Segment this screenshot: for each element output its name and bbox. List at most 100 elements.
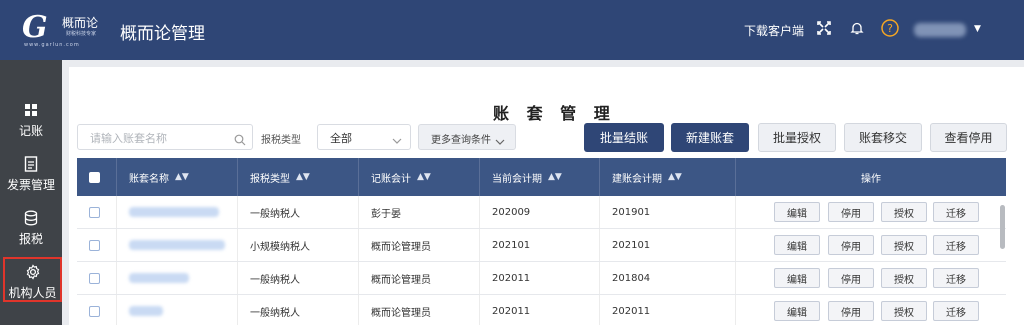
- created-period-cell: 201901: [600, 196, 736, 228]
- batch-auth-button[interactable]: 批量授权: [758, 123, 836, 152]
- created-period-cell: 201804: [600, 262, 736, 294]
- row-select-cell: [77, 295, 117, 325]
- select-all-checkbox[interactable]: [89, 171, 100, 183]
- name-cell[interactable]: [117, 262, 238, 294]
- sort-icon[interactable]: ▲▼: [417, 172, 431, 182]
- table-row: 小规模纳税人 概而论管理员 202101 202101 编辑 停用 授权 迁移: [77, 229, 1006, 262]
- page-title: 账 套 管 理: [493, 104, 616, 123]
- col-current-period[interactable]: 当前会计期 ▲▼: [480, 158, 600, 196]
- disable-button[interactable]: 停用: [828, 202, 874, 222]
- tax-type-select[interactable]: 全部: [317, 124, 411, 150]
- sidebar-item-org-staff[interactable]: 机构人员: [3, 257, 62, 302]
- sidebar-item-invoice[interactable]: 发票管理: [0, 154, 62, 204]
- blurred-name: [129, 306, 163, 316]
- accountant-cell: 概而论管理员: [359, 295, 480, 325]
- auth-button[interactable]: 授权: [881, 202, 927, 222]
- sidebar-item-label: 机构人员: [8, 286, 57, 300]
- sort-icon[interactable]: ▲▼: [296, 172, 310, 182]
- row-checkbox[interactable]: [89, 305, 100, 317]
- name-cell[interactable]: [117, 229, 238, 261]
- col-created-period[interactable]: 建账会计期 ▲▼: [600, 158, 736, 196]
- search-icon[interactable]: [234, 131, 246, 150]
- col-accountant[interactable]: 记账会计 ▲▼: [359, 158, 480, 196]
- row-select-cell: [77, 262, 117, 294]
- name-cell[interactable]: [117, 295, 238, 325]
- sidebar-item-label: 报税: [18, 232, 43, 246]
- edit-button[interactable]: 编辑: [774, 301, 820, 321]
- invoice-icon: [0, 154, 62, 174]
- current-period-cell: 202011: [480, 295, 600, 325]
- chevron-down-icon[interactable]: ▼: [974, 24, 981, 34]
- table-header: 账套名称 ▲▼ 报税类型 ▲▼ 记账会计 ▲▼ 当前会计期 ▲▼ 建账会计期 ▲▼ 操作: [77, 158, 1006, 196]
- tax-type-label: 报税类型: [261, 135, 301, 146]
- migrate-button[interactable]: 迁移: [933, 235, 979, 255]
- current-period-cell: 202011: [480, 262, 600, 294]
- accountant-cell: 概而论管理员: [359, 262, 480, 294]
- grid-icon: [0, 100, 62, 120]
- new-book-button[interactable]: 新建账套: [671, 123, 749, 152]
- disable-button[interactable]: 停用: [828, 268, 874, 288]
- actions-cell: 编辑 停用 授权 迁移: [736, 229, 1006, 261]
- col-tax-type-label: 报税类型: [250, 173, 290, 185]
- migrate-button[interactable]: 迁移: [933, 301, 979, 321]
- row-checkbox[interactable]: [89, 272, 100, 284]
- name-cell[interactable]: [117, 196, 238, 228]
- col-actions-label: 操作: [861, 173, 881, 185]
- chevron-down-icon: [495, 132, 505, 151]
- logo-subtitle: 财税科技专家: [66, 31, 97, 37]
- disable-button[interactable]: 停用: [828, 301, 874, 321]
- auth-button[interactable]: 授权: [881, 268, 927, 288]
- svg-text:?: ?: [887, 22, 893, 35]
- col-created-period-label: 建账会计期: [612, 173, 662, 185]
- logo[interactable]: G 概而论 财税科技专家 www.garlun.com: [22, 10, 110, 48]
- sidebar-item-label: 发票管理: [6, 178, 55, 192]
- accountant-cell: 概而论管理员: [359, 229, 480, 261]
- sidebar-item-bookkeeping[interactable]: 记账: [0, 100, 62, 150]
- col-current-period-label: 当前会计期: [492, 173, 542, 185]
- tax-type-cell: 小规模纳税人: [238, 229, 359, 261]
- row-checkbox[interactable]: [89, 239, 100, 251]
- bell-icon[interactable]: [847, 18, 867, 38]
- sidebar-item-label: 记账: [18, 124, 43, 138]
- row-select-cell: [77, 196, 117, 228]
- sort-icon[interactable]: ▲▼: [175, 172, 189, 182]
- col-tax-type[interactable]: 报税类型 ▲▼: [238, 158, 359, 196]
- sort-icon[interactable]: ▲▼: [668, 172, 682, 182]
- created-period-cell: 202101: [600, 229, 736, 261]
- vertical-scrollbar[interactable]: [1000, 205, 1005, 249]
- chevron-down-icon: [392, 131, 402, 150]
- edit-button[interactable]: 编辑: [774, 235, 820, 255]
- migrate-button[interactable]: 迁移: [933, 268, 979, 288]
- edit-button[interactable]: 编辑: [774, 202, 820, 222]
- search-input[interactable]: 请输入账套名称: [77, 124, 253, 150]
- row-checkbox[interactable]: [89, 206, 100, 218]
- help-icon[interactable]: ?: [880, 18, 900, 38]
- sort-icon[interactable]: ▲▼: [548, 172, 562, 182]
- col-name[interactable]: 账套名称 ▲▼: [117, 158, 238, 196]
- blurred-name: [129, 207, 219, 217]
- more-filters-button[interactable]: 更多查询条件: [418, 124, 516, 150]
- top-header: G 概而论 财税科技专家 www.garlun.com 概而论管理 下载客户端 …: [0, 0, 1024, 60]
- actions-cell: 编辑 停用 授权 迁移: [736, 295, 1006, 325]
- auth-button[interactable]: 授权: [881, 235, 927, 255]
- transfer-book-button[interactable]: 账套移交: [844, 123, 922, 152]
- download-client-link[interactable]: 下载客户端: [744, 22, 804, 39]
- sidebar-item-tax[interactable]: 报税: [0, 208, 62, 258]
- user-avatar-name[interactable]: [914, 23, 966, 37]
- view-disabled-button[interactable]: 查看停用: [930, 123, 1007, 152]
- migrate-button[interactable]: 迁移: [933, 202, 979, 222]
- fullscreen-icon[interactable]: [814, 18, 834, 38]
- current-period-cell: 202009: [480, 196, 600, 228]
- tax-type-cell: 一般纳税人: [238, 262, 359, 294]
- logo-url: www.garlun.com: [24, 42, 80, 48]
- table-row: 一般纳税人 概而论管理员 202011 201804 编辑 停用 授权 迁移: [77, 262, 1006, 295]
- edit-button[interactable]: 编辑: [774, 268, 820, 288]
- batch-close-button[interactable]: 批量结账: [584, 123, 664, 152]
- actions-cell: 编辑 停用 授权 迁移: [736, 196, 1006, 228]
- auth-button[interactable]: 授权: [881, 301, 927, 321]
- col-name-label: 账套名称: [129, 173, 169, 185]
- accountant-cell: 彭于晏: [359, 196, 480, 228]
- tax-type-cell: 一般纳税人: [238, 196, 359, 228]
- disable-button[interactable]: 停用: [828, 235, 874, 255]
- blurred-name: [129, 273, 189, 283]
